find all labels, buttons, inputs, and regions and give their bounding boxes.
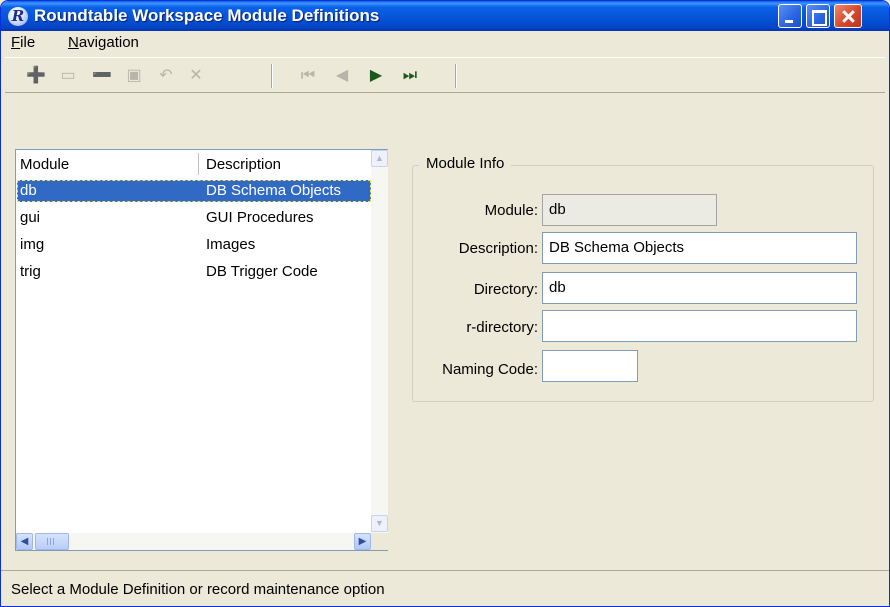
menu-navigation-label: avigation <box>78 34 139 51</box>
app-logo-icon: R <box>8 7 28 26</box>
list-row-trig[interactable]: trig DB Trigger Code <box>17 261 371 283</box>
list-row-img[interactable]: img Images <box>17 234 371 256</box>
minimize-button[interactable] <box>778 4 802 28</box>
menu-navigation-accel: N <box>68 34 79 51</box>
r-directory-field[interactable] <box>542 310 857 342</box>
column-header-module[interactable]: Module <box>20 156 69 173</box>
description-label: Description: <box>458 240 538 257</box>
toolbar-separator <box>271 64 273 88</box>
horizontal-scroll-thumb[interactable] <box>35 533 69 550</box>
column-divider[interactable] <box>198 153 199 175</box>
horizontal-scrollbar[interactable]: ◀ ▶ <box>16 533 371 550</box>
toolbar: ➕ ▭ ➖ ▣ ↶ ✕ ⏮ ◀ ▶ ⏭ <box>5 57 885 93</box>
menu-navigation[interactable]: Navigation <box>68 34 139 51</box>
list-row-gui[interactable]: gui GUI Procedures <box>17 207 371 229</box>
row-description: Images <box>206 236 256 253</box>
r-directory-label: r-directory: <box>466 319 538 336</box>
undo-icon[interactable]: ↶ <box>155 65 177 87</box>
row-module: img <box>20 236 45 253</box>
save-record-icon[interactable]: ▣ <box>123 65 145 87</box>
scroll-down-icon[interactable]: ▼ <box>371 515 388 532</box>
copy-record-icon[interactable]: ▭ <box>57 65 79 87</box>
maximize-button[interactable] <box>806 4 830 28</box>
first-record-icon[interactable]: ⏮ <box>297 65 319 87</box>
naming-code-field[interactable] <box>542 350 638 382</box>
directory-label: Directory: <box>473 281 538 298</box>
row-description: GUI Procedures <box>206 209 314 226</box>
toolbar-separator <box>455 64 457 88</box>
prev-record-icon[interactable]: ◀ <box>331 65 353 87</box>
scroll-up-icon[interactable]: ▲ <box>371 150 388 167</box>
column-header-description[interactable]: Description <box>206 156 281 173</box>
row-description: DB Trigger Code <box>206 263 318 280</box>
status-text: Select a Module Definition or record mai… <box>11 581 385 598</box>
delete-record-icon[interactable]: ➖ <box>91 65 113 87</box>
menu-file[interactable]: File <box>11 34 35 51</box>
description-field[interactable]: DB Schema Objects <box>542 232 857 264</box>
row-module: gui <box>20 209 41 226</box>
title-bar[interactable]: R Roundtable Workspace Module Definition… <box>1 1 889 31</box>
menu-file-label: ile <box>20 34 36 51</box>
row-module: db <box>20 182 37 199</box>
list-row-db[interactable]: db DB Schema Objects <box>17 180 371 202</box>
app-window: R Roundtable Workspace Module Definition… <box>0 0 890 607</box>
naming-code-label: Naming Code: <box>442 361 538 378</box>
row-module: trig <box>20 263 41 280</box>
scroll-right-icon[interactable]: ▶ <box>354 533 371 550</box>
module-field: db <box>542 194 717 226</box>
module-label: Module: <box>484 202 538 219</box>
menu-file-accel: F <box>11 34 21 51</box>
add-record-icon[interactable]: ➕ <box>25 65 47 87</box>
scrollbar-corner <box>371 533 388 550</box>
close-button[interactable] <box>834 4 862 28</box>
menu-bar: File Navigation <box>1 31 889 55</box>
list-header: Module Description <box>16 150 371 178</box>
vertical-scrollbar[interactable]: ▲ ▼ <box>371 150 388 533</box>
row-description: DB Schema Objects <box>206 182 342 199</box>
directory-field[interactable]: db <box>542 272 857 304</box>
next-record-icon[interactable]: ▶ <box>365 65 387 87</box>
module-info-title: Module Info <box>419 155 512 172</box>
module-list[interactable]: Module Description db DB Schema Objects … <box>15 149 388 551</box>
cancel-icon[interactable]: ✕ <box>185 65 207 87</box>
scroll-left-icon[interactable]: ◀ <box>16 533 33 550</box>
last-record-icon[interactable]: ⏭ <box>399 65 421 87</box>
window-title: Roundtable Workspace Module Definitions <box>34 6 380 25</box>
status-bar: Select a Module Definition or record mai… <box>1 570 889 606</box>
